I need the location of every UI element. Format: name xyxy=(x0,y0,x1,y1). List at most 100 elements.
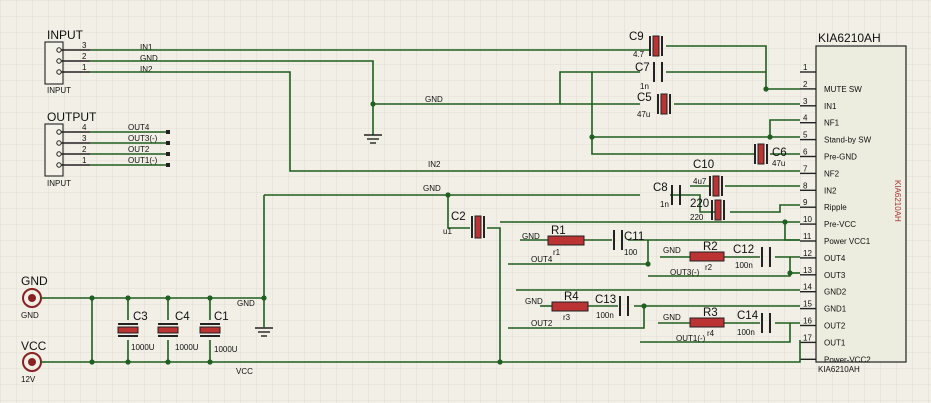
ic-pin-name: GND1 xyxy=(824,305,847,314)
c220-value: 220 xyxy=(690,213,704,222)
ic-pin-number: 9 xyxy=(803,198,808,207)
ic-pin-name: IN2 xyxy=(824,186,837,195)
ic-pin-number: 16 xyxy=(803,317,812,326)
r4-value: r3 xyxy=(563,313,571,322)
ic-pin-name: Power-VCC2 xyxy=(824,355,871,364)
ic-pin-number: 8 xyxy=(803,181,808,190)
ic-pin-number: 12 xyxy=(803,249,812,258)
ic-pin-number: 13 xyxy=(803,266,812,275)
ic-pin-name: OUT1 xyxy=(824,338,846,347)
net-label-vcc: VCC xyxy=(236,367,253,376)
r2-value: r2 xyxy=(705,263,713,272)
svg-text:2: 2 xyxy=(82,52,87,61)
ic-pin-name: Ripple xyxy=(824,203,847,212)
ic-pin-number: 6 xyxy=(803,148,808,157)
svg-text:4: 4 xyxy=(82,123,87,132)
c3-value: 1000U xyxy=(131,343,155,352)
net-label-gnd-3: GND xyxy=(237,299,255,308)
c6-ref: C6 xyxy=(772,147,787,159)
ic-pin-number: 7 xyxy=(803,164,808,173)
r3-value: r4 xyxy=(707,329,715,338)
r1-value: r1 xyxy=(553,248,561,257)
terminal-gnd-ref: GND xyxy=(21,274,48,288)
ic-title: KIA6210AH xyxy=(818,31,881,45)
ic-pin-name: NF2 xyxy=(824,169,840,178)
c8-value: 1n xyxy=(660,200,669,209)
net-label-out4-conn: OUT4 xyxy=(128,123,150,132)
r1-ref: R1 xyxy=(551,225,566,237)
net-label-out4: OUT4 xyxy=(531,255,553,264)
ic-pin-number: 10 xyxy=(803,215,812,224)
c1-value: 1000U xyxy=(214,345,238,354)
c5-value: 47u xyxy=(637,110,650,119)
svg-text:1: 1 xyxy=(82,63,87,72)
net-label-out2-conn: OUT2 xyxy=(128,145,150,154)
net-label-out2: OUT2 xyxy=(531,319,553,328)
c10-value: 4u7 xyxy=(693,177,707,186)
input-title: INPUT xyxy=(47,28,84,42)
c14-ref: C14 xyxy=(737,310,759,322)
c1-ref: C1 xyxy=(214,311,229,323)
c7-ref: C7 xyxy=(635,62,650,74)
ic-kia6210ah[interactable]: KIA6210AH KIA6210AH KIA6210AH 12MUTE SW3… xyxy=(800,31,907,374)
net-label-gnd-r4: GND xyxy=(525,297,543,306)
c4-ref: C4 xyxy=(175,311,190,323)
c220-ref: 220 xyxy=(690,198,709,210)
ic-pin-number: 11 xyxy=(803,232,812,241)
ic-pin-number: 4 xyxy=(803,114,808,123)
c9-value: 4.7 xyxy=(633,50,645,59)
ic-pin-name: OUT3 xyxy=(824,271,846,280)
output-footer: INPUT xyxy=(47,179,71,188)
ic-pin-name: Power VCC1 xyxy=(824,237,871,246)
net-label-gnd-r1: GND xyxy=(522,232,540,241)
c13-value: 100n xyxy=(596,311,614,320)
r3-ref: R3 xyxy=(703,307,718,319)
svg-text:3: 3 xyxy=(82,134,87,143)
c11-ref: C11 xyxy=(624,231,644,243)
net-label-out1-conn: OUT1(-) xyxy=(128,156,158,165)
c10-ref: C10 xyxy=(693,159,714,171)
c7-value: 1n xyxy=(640,82,649,91)
net-label-gnd-r3: GND xyxy=(663,313,681,322)
ic-vertical-label: KIA6210AH xyxy=(893,180,902,222)
c5-ref: C5 xyxy=(637,92,652,104)
c8-ref: C8 xyxy=(653,182,668,194)
ic-pin-name: OUT4 xyxy=(824,254,846,263)
ic-pin-name: OUT2 xyxy=(824,322,846,331)
ic-pin-name: Stand-by SW xyxy=(824,136,872,145)
ic-pin-name: GND2 xyxy=(824,288,847,297)
net-label-out1: OUT1(-) xyxy=(676,334,706,343)
c12-ref: C12 xyxy=(733,244,754,256)
output-title: OUTPUT xyxy=(47,110,97,124)
schematic-canvas: KIA6210AH KIA6210AH KIA6210AH 12MUTE SW3… xyxy=(0,0,931,403)
net-label-gnd-main: GND xyxy=(425,95,443,104)
ic-pin-number: 5 xyxy=(803,131,808,140)
ic-pin-name: Pre-VCC xyxy=(824,220,856,229)
c12-value: 100n xyxy=(735,261,753,270)
c6-value: 47u xyxy=(772,159,785,168)
ic-pin-name: IN1 xyxy=(824,102,837,111)
c11-value: 100 xyxy=(624,248,638,257)
c14-value: 100n xyxy=(737,328,755,337)
terminal-vcc-sub: 12V xyxy=(21,375,36,384)
svg-text:2: 2 xyxy=(82,145,87,154)
net-label-gnd-2: GND xyxy=(423,184,441,193)
c2-ref: C2 xyxy=(451,211,466,223)
ic-pin-number: 17 xyxy=(803,333,812,342)
ic-pin-number: 1 xyxy=(803,63,808,72)
terminal-vcc-ref: VCC xyxy=(21,339,47,353)
r2-ref: R2 xyxy=(703,241,718,253)
net-label-out3-conn: OUT3(-) xyxy=(128,134,158,143)
net-label-gnd-r2: GND xyxy=(663,246,681,255)
net-label-out3: OUT3(-) xyxy=(670,268,700,277)
ic-pin-number: 14 xyxy=(803,283,812,292)
c2-value: u1 xyxy=(443,227,452,236)
svg-text:3: 3 xyxy=(82,41,87,50)
input-footer: INPUT xyxy=(47,86,71,95)
ic-pin-name: Pre-GND xyxy=(824,153,857,162)
net-label-in2: IN2 xyxy=(428,160,441,169)
c13-ref: C13 xyxy=(595,294,616,306)
c3-ref: C3 xyxy=(133,311,148,323)
ic-pin-number: 15 xyxy=(803,300,812,309)
ic-pin-name: NF1 xyxy=(824,119,840,128)
